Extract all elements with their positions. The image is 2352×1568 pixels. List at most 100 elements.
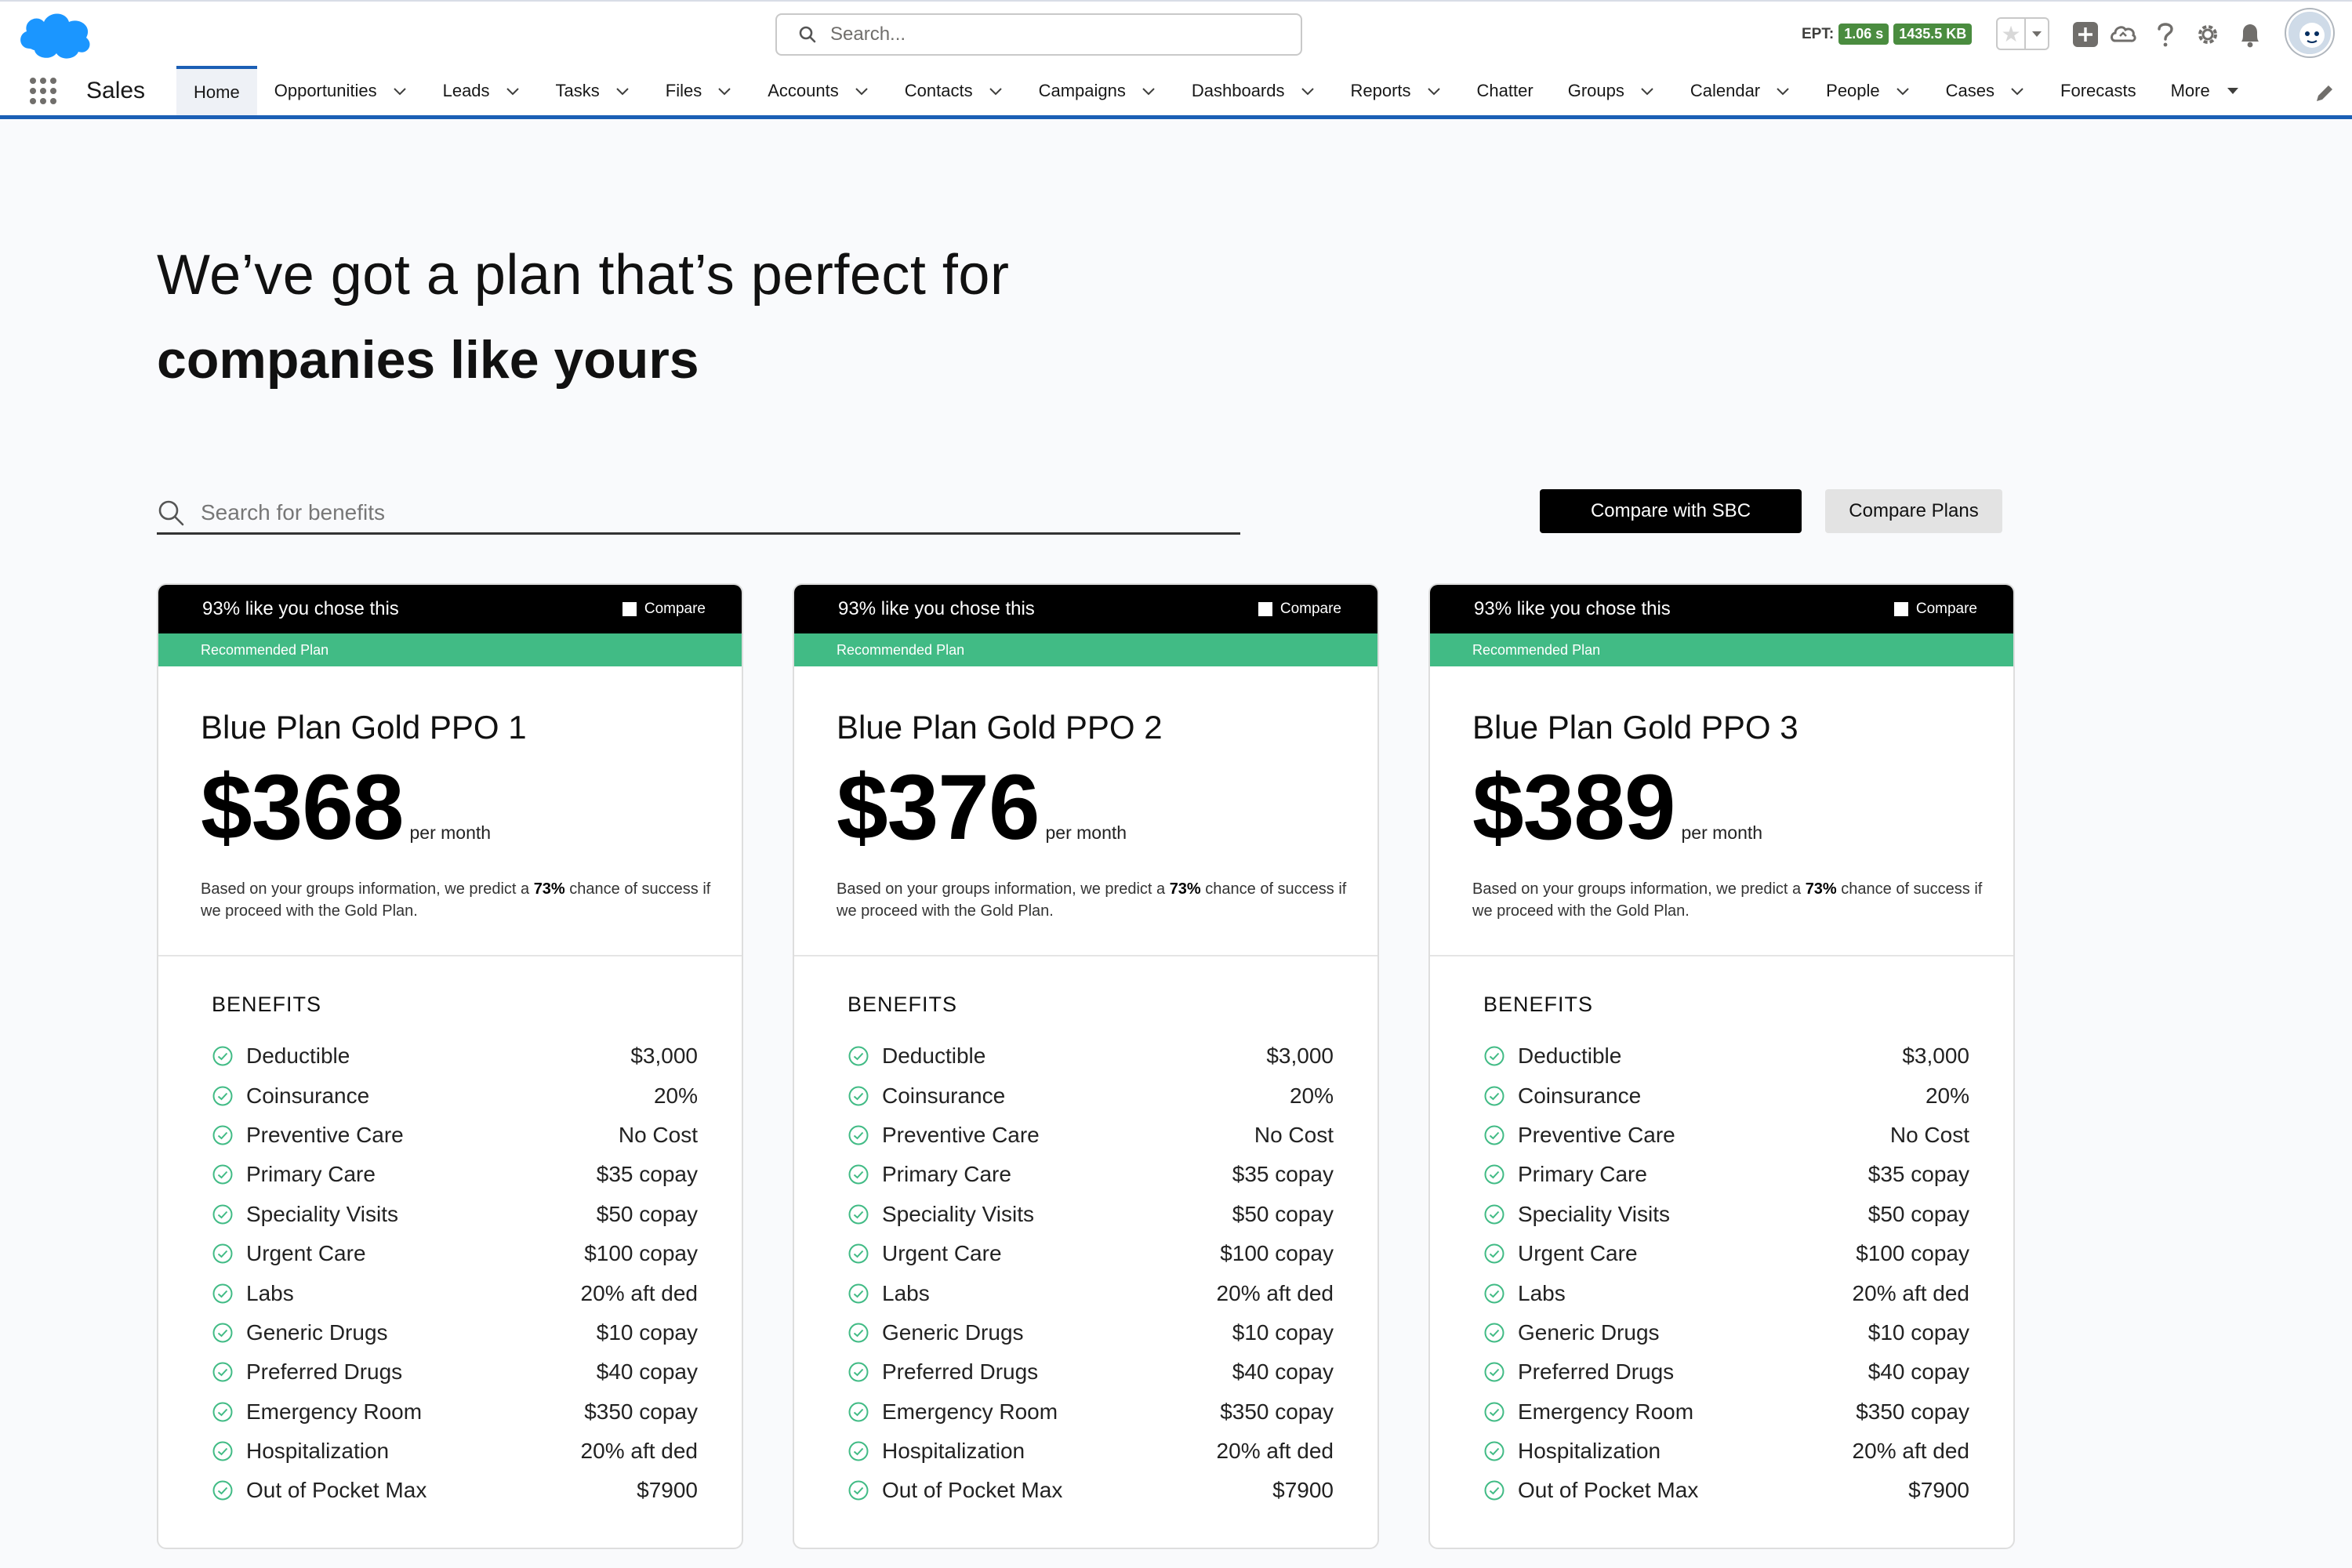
- benefit-row: Coinsurance 20%: [1483, 1076, 1969, 1115]
- favorites-dropdown-button[interactable]: [2026, 17, 2049, 50]
- nav-tab-dashboards[interactable]: Dashboards: [1174, 66, 1334, 115]
- nav-tab-people[interactable]: People: [1809, 66, 1929, 115]
- nav-tab-files[interactable]: Files: [648, 66, 750, 115]
- nav-tab-label: Home: [194, 82, 240, 102]
- nav-tab-calendar[interactable]: Calendar: [1673, 66, 1809, 115]
- chevron-down-icon[interactable]: [853, 82, 870, 100]
- nav-tab-groups[interactable]: Groups: [1551, 66, 1673, 115]
- chevron-down-icon[interactable]: [614, 82, 631, 100]
- global-search-input[interactable]: Search...: [775, 13, 1302, 56]
- app-launcher-button[interactable]: [0, 66, 86, 115]
- benefit-value: $50 copay: [596, 1201, 698, 1226]
- benefit-label: Preventive Care: [246, 1122, 404, 1147]
- benefit-value: $10 copay: [1232, 1319, 1334, 1345]
- benefit-value: 20% aft ded: [1216, 1280, 1334, 1305]
- benefit-value: 20% aft ded: [1852, 1280, 1969, 1305]
- favorite-star-button[interactable]: ★: [1996, 17, 2026, 50]
- chevron-down-icon[interactable]: [1140, 82, 1157, 100]
- bell-icon: [2241, 24, 2259, 48]
- benefit-label-group: Preferred Drugs: [848, 1359, 1038, 1385]
- chevron-down-icon[interactable]: [1774, 82, 1791, 100]
- compare-checkbox[interactable]: Compare: [1258, 601, 1341, 618]
- help-button[interactable]: [2150, 19, 2181, 50]
- benefit-row: Primary Care $35 copay: [1483, 1155, 1969, 1194]
- nav-tab-contacts[interactable]: Contacts: [887, 66, 1022, 115]
- notifications-button[interactable]: [2234, 19, 2266, 50]
- check-circle-icon: [848, 1204, 869, 1225]
- prediction-percent: 73%: [1169, 880, 1201, 898]
- caret-down-icon[interactable]: [2224, 82, 2241, 100]
- benefit-value: $100 copay: [1220, 1241, 1334, 1266]
- benefit-value: 20%: [1289, 1083, 1334, 1108]
- benefit-search-input[interactable]: Search for benefits: [157, 492, 1240, 535]
- benefit-label-group: Deductible: [212, 1044, 350, 1069]
- check-circle-icon: [1484, 1323, 1504, 1343]
- user-avatar[interactable]: [2286, 9, 2333, 56]
- check-circle-icon: [1484, 1164, 1504, 1185]
- check-circle-icon: [848, 1323, 869, 1343]
- nav-tab-label: Forecasts: [2060, 80, 2136, 100]
- trailhead-button[interactable]: [2107, 19, 2139, 50]
- plan-card: 93% like you chose this Compare Recommen…: [157, 583, 743, 1549]
- global-search-placeholder: Search...: [830, 24, 906, 45]
- nav-tab-label: Reports: [1350, 80, 1411, 100]
- prediction-pre: Based on your groups information, we pre…: [1472, 880, 1806, 898]
- chevron-down-icon[interactable]: [716, 82, 733, 100]
- benefit-row: Out of Pocket Max $7900: [212, 1471, 698, 1510]
- benefit-label-group: Urgent Care: [212, 1241, 366, 1266]
- gear-icon: [2198, 25, 2217, 44]
- benefit-label: Preventive Care: [882, 1122, 1040, 1147]
- compare-plans-button[interactable]: Compare Plans: [1825, 489, 2002, 533]
- compare-checkbox[interactable]: Compare: [622, 601, 706, 618]
- nav-tab-label: People: [1826, 80, 1880, 100]
- plan-name: Blue Plan Gold PPO 3: [1472, 709, 1798, 746]
- benefit-value: $350 copay: [584, 1399, 698, 1424]
- compare-with-sbc-button[interactable]: Compare with SBC: [1540, 489, 1802, 533]
- benefit-label-group: Speciality Visits: [1483, 1202, 1670, 1227]
- salesforce-cloud-logo[interactable]: [16, 6, 94, 63]
- star-icon: ★: [2001, 21, 2021, 46]
- nav-tab-label: Cases: [1945, 80, 1995, 100]
- benefit-label-group: Preventive Care: [1483, 1123, 1675, 1148]
- nav-tab-opportunities[interactable]: Opportunities: [257, 66, 426, 115]
- nav-tab-forecasts[interactable]: Forecasts: [2043, 66, 2154, 115]
- nav-tab-label: Calendar: [1690, 80, 1761, 100]
- edit-nav-button[interactable]: [2313, 82, 2336, 105]
- nav-tab-label: Contacts: [904, 80, 973, 100]
- benefit-row: Preventive Care No Cost: [212, 1116, 698, 1155]
- global-header: Search... EPT: 1.06 s 1435.5 KB ★: [0, 0, 2352, 66]
- prediction-text: Based on your groups information, we pre…: [201, 878, 718, 922]
- compare-checkbox[interactable]: Compare: [1893, 601, 1977, 618]
- nav-tab-tasks[interactable]: Tasks: [539, 66, 648, 115]
- chevron-down-icon[interactable]: [2009, 82, 2026, 100]
- chevron-down-icon[interactable]: [1425, 82, 1443, 100]
- chevron-down-icon[interactable]: [1639, 82, 1656, 100]
- benefit-row: Emergency Room $350 copay: [848, 1392, 1334, 1432]
- check-circle-icon: [848, 1362, 869, 1382]
- nav-tab-reports[interactable]: Reports: [1334, 66, 1460, 115]
- chevron-down-icon[interactable]: [1894, 82, 1911, 100]
- benefit-value: $10 copay: [1867, 1319, 1969, 1345]
- benefit-label: Primary Care: [246, 1162, 376, 1187]
- benefit-value: No Cost: [618, 1122, 698, 1147]
- nav-tab-chatter[interactable]: Chatter: [1460, 66, 1551, 115]
- benefit-label-group: Labs: [212, 1281, 294, 1306]
- benefit-row: Out of Pocket Max $7900: [848, 1471, 1334, 1510]
- nav-tab-more[interactable]: More: [2154, 66, 2259, 115]
- nav-tab-label: Files: [665, 80, 702, 100]
- nav-tab-label: Opportunities: [274, 80, 377, 100]
- chevron-down-icon[interactable]: [391, 82, 408, 100]
- nav-tab-accounts[interactable]: Accounts: [750, 66, 887, 115]
- benefit-value: $40 copay: [1232, 1359, 1334, 1385]
- chevron-down-icon[interactable]: [1299, 82, 1316, 100]
- chevron-down-icon[interactable]: [987, 82, 1004, 100]
- benefit-label-group: Deductible: [848, 1044, 985, 1069]
- chevron-down-icon[interactable]: [504, 82, 521, 100]
- nav-tab-cases[interactable]: Cases: [1929, 66, 2043, 115]
- nav-tab-home[interactable]: Home: [176, 66, 257, 115]
- global-actions-button[interactable]: [2070, 19, 2101, 50]
- setup-button[interactable]: [2192, 19, 2223, 50]
- nav-tab-campaigns[interactable]: Campaigns: [1022, 66, 1174, 115]
- nav-tab-leads[interactable]: Leads: [426, 66, 539, 115]
- benefit-label-group: Coinsurance: [212, 1083, 369, 1109]
